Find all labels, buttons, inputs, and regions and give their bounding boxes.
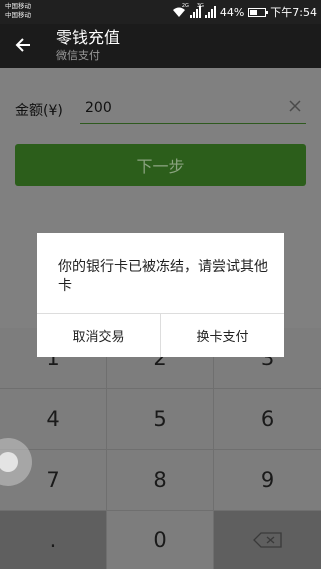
next-step-button[interactable]: 下一步: [15, 144, 306, 186]
app-bar: 零钱充值 微信支付: [0, 24, 321, 68]
key-0[interactable]: 0: [107, 511, 213, 569]
amount-input-underline: [80, 123, 306, 124]
page-title: 零钱充值: [56, 28, 121, 47]
carrier-1: 中国移动: [5, 2, 31, 10]
key-5[interactable]: 5: [107, 389, 213, 449]
amount-input[interactable]: 200: [85, 100, 112, 116]
signal-2g-label: 2G: [181, 3, 189, 9]
floating-ball-core: [0, 452, 18, 472]
clear-icon[interactable]: [287, 98, 303, 114]
key-8[interactable]: 8: [107, 450, 213, 510]
amount-label: 金额(¥): [15, 103, 63, 119]
carrier-info: 中国移动 中国移动: [5, 2, 31, 20]
key-backspace[interactable]: [214, 511, 321, 569]
battery-percent: 44%: [219, 5, 245, 19]
status-bar: 中国移动 中国移动 2G 3G 44% 下午7:54: [0, 0, 321, 24]
clock: 下午7:54: [270, 6, 317, 19]
signal-3g-icon: 3G: [197, 3, 216, 18]
change-card-button[interactable]: 换卡支付: [161, 314, 284, 357]
cancel-transaction-button[interactable]: 取消交易: [37, 314, 160, 357]
battery-icon: [248, 7, 269, 17]
dialog-message: 你的银行卡已被冻结，请尝试其他卡: [58, 259, 268, 294]
numeric-keypad: 1 2 3 4 5 6 7 8 9 . 0: [0, 328, 321, 569]
key-decimal[interactable]: .: [0, 511, 106, 569]
card-frozen-dialog: 你的银行卡已被冻结，请尝试其他卡 取消交易 换卡支付: [37, 233, 284, 357]
carrier-2: 中国移动: [5, 11, 31, 19]
key-6[interactable]: 6: [214, 389, 321, 449]
key-9[interactable]: 9: [214, 450, 321, 510]
signal-3g-label: 3G: [196, 3, 204, 9]
back-arrow-icon[interactable]: [12, 34, 34, 56]
page-subtitle: 微信支付: [56, 49, 100, 62]
app-bar-titles: 零钱充值 微信支付: [56, 28, 120, 63]
status-icons: 2G 3G 44% 下午7:54: [172, 3, 317, 20]
backspace-icon: [252, 532, 282, 548]
